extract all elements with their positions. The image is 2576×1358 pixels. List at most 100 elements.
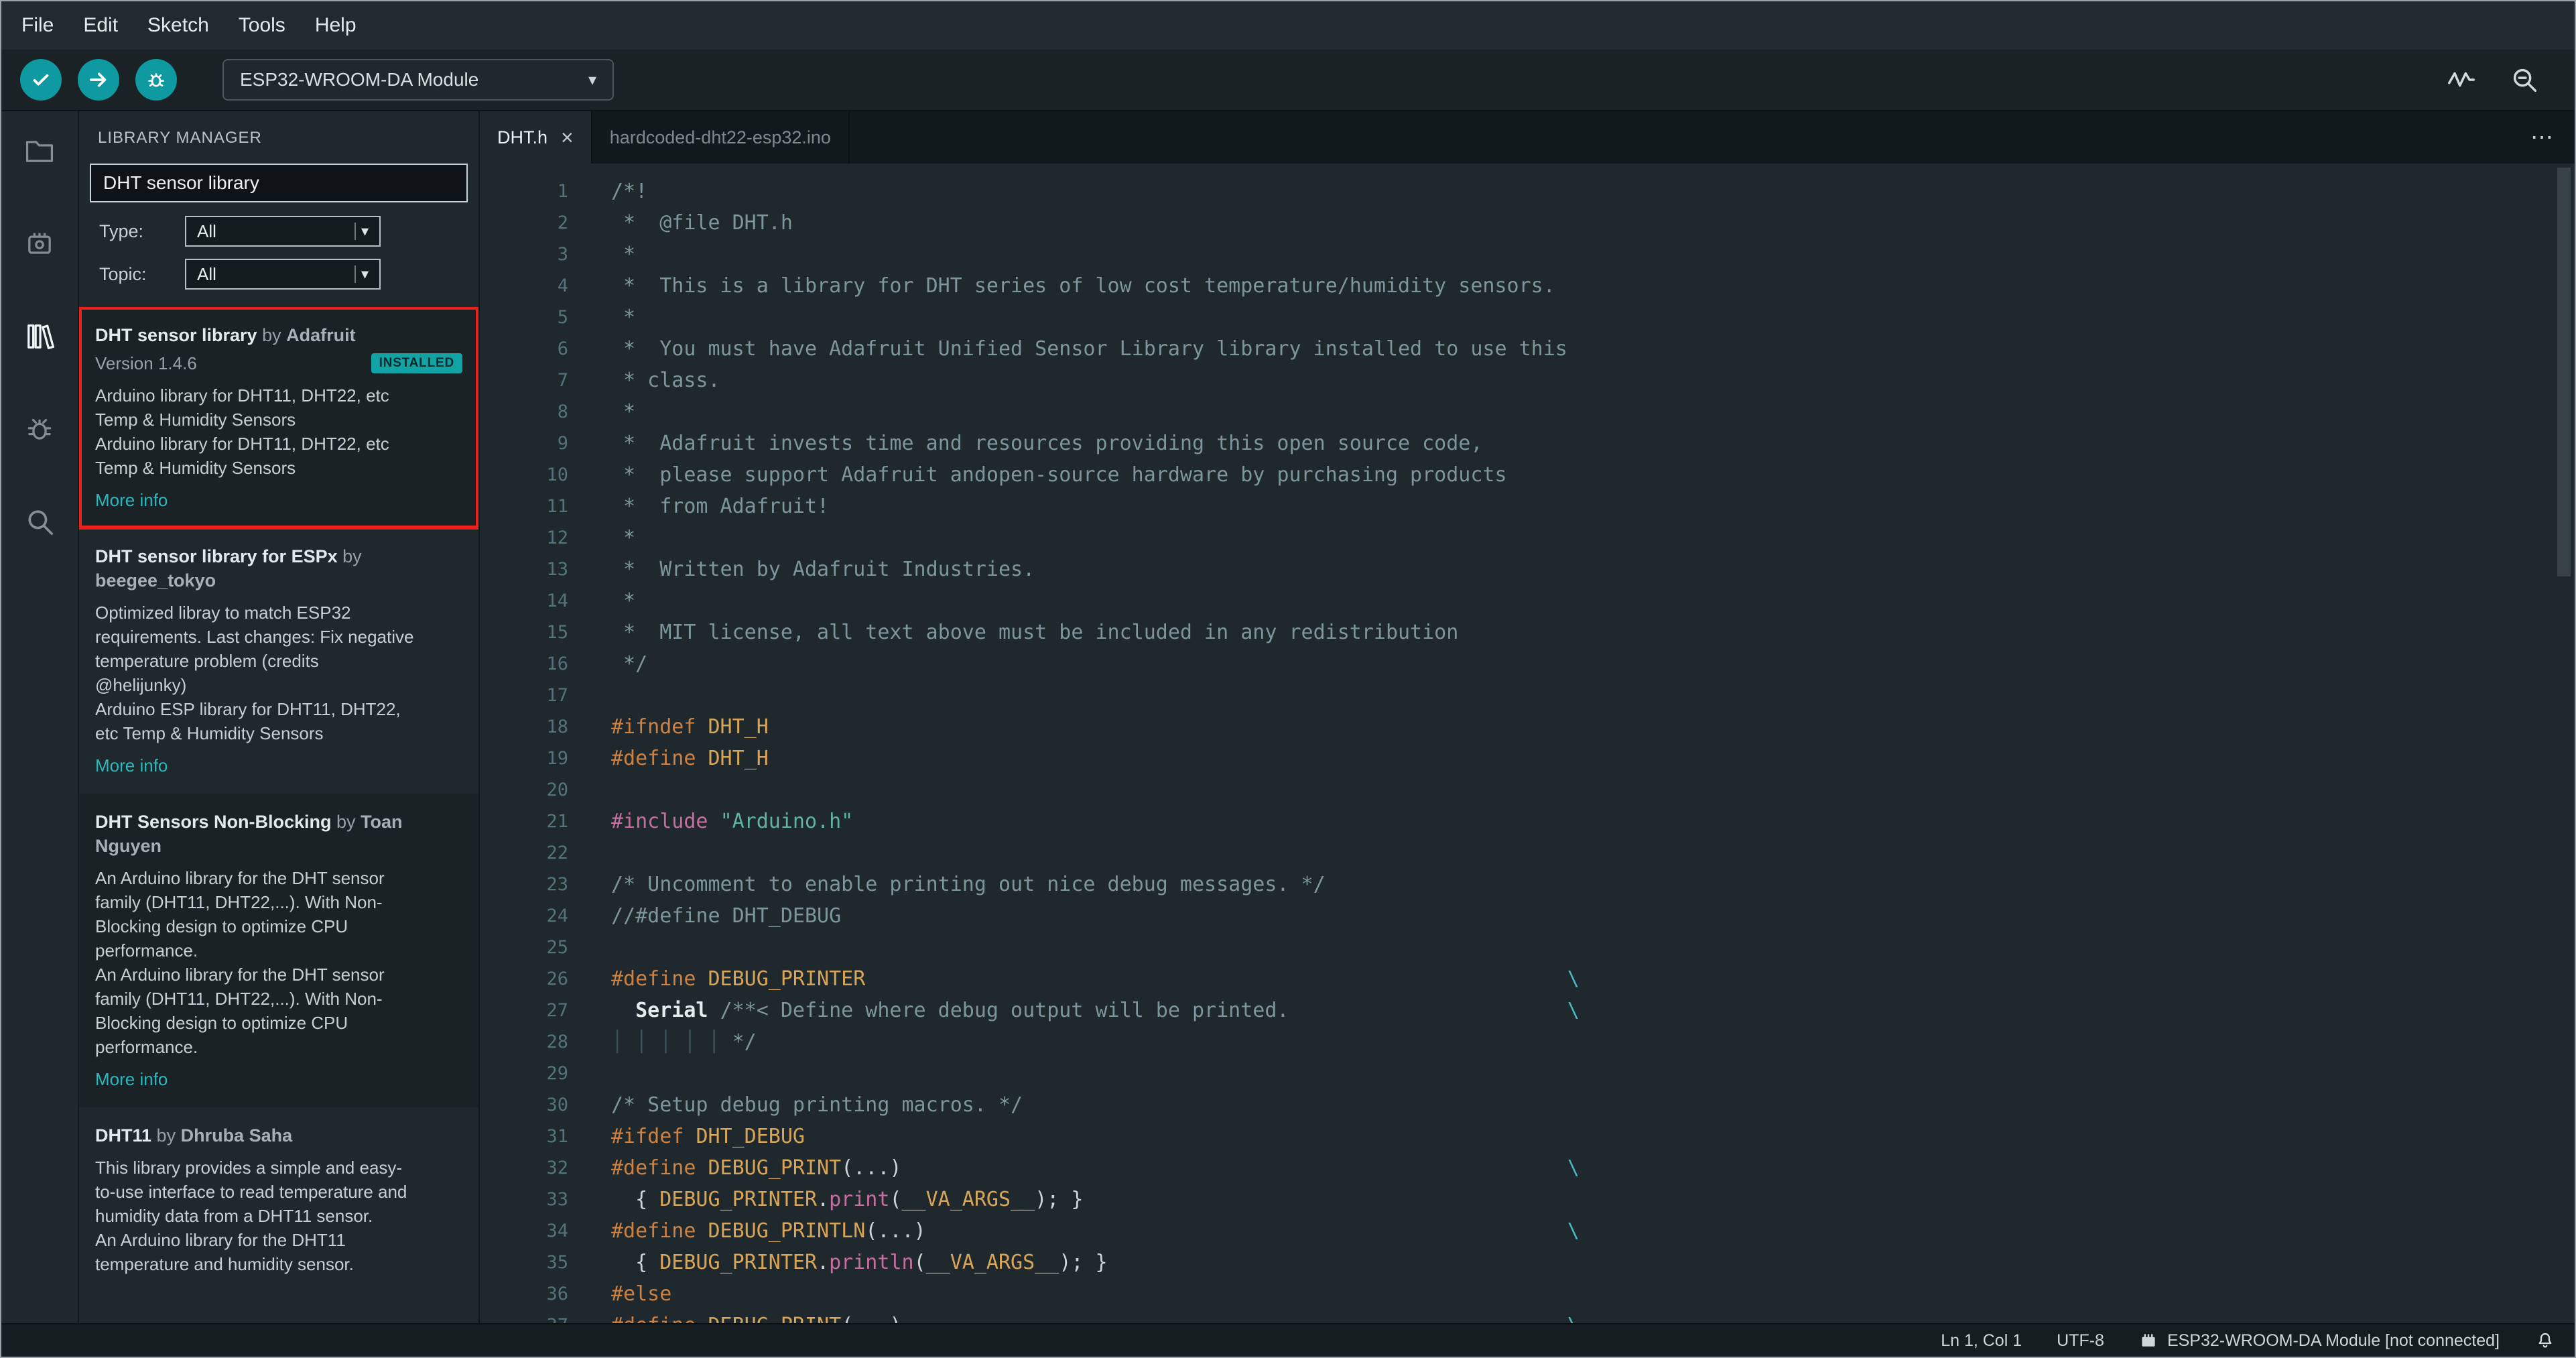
code-line[interactable]: 10 * please support Adafruit andopen-sou… (480, 459, 2575, 491)
code-line[interactable]: 37#define DEBUG_PRINT(...) \ (480, 1310, 2575, 1323)
library-by-label: by (257, 325, 287, 345)
more-actions-icon[interactable]: ⋯ (2512, 111, 2575, 164)
tab-DHT.h[interactable]: DHT.h × (480, 111, 592, 164)
code-token: (...) (865, 1219, 926, 1243)
library-author: beegee_tokyo (95, 570, 216, 591)
code-line[interactable]: 17 (480, 680, 2575, 711)
line-number: 17 (546, 685, 568, 706)
debugger-icon[interactable] (19, 409, 60, 449)
cursor-position[interactable]: Ln 1, Col 1 (1941, 1331, 2022, 1351)
tab-hardcoded-dht22-esp32.ino[interactable]: hardcoded-dht22-esp32.ino (592, 111, 850, 164)
code-token: /* Setup debug printing macros. */ (611, 1093, 1023, 1117)
encoding[interactable]: UTF-8 (2057, 1331, 2104, 1351)
board-status[interactable]: ESP32-WROOM-DA Module [not connected] (2139, 1331, 2500, 1351)
code-line[interactable]: 4 * This is a library for DHT series of … (480, 270, 2575, 302)
notifications-bell-icon[interactable] (2534, 1330, 2556, 1351)
topic-filter-select[interactable]: All ▾ (185, 259, 381, 290)
code-text: * (568, 396, 635, 428)
code-line[interactable]: 16 */ (480, 648, 2575, 680)
more-info-link[interactable]: More info (95, 753, 168, 778)
code-line[interactable]: 18 #ifndef DHT_H (480, 711, 2575, 743)
menu-item-help[interactable]: Help (300, 1, 371, 50)
code-line[interactable]: 19 #define DHT_H (480, 743, 2575, 774)
more-info-link[interactable]: More info (95, 1067, 168, 1091)
search-icon[interactable] (19, 501, 60, 542)
topic-filter-value: All (197, 263, 216, 284)
code-token: * (611, 589, 636, 613)
code-line[interactable]: 5 * (480, 302, 2575, 333)
sketchbook-folder-icon[interactable] (19, 131, 60, 172)
library-item[interactable]: DHT11 by Dhruba Saha This library provide… (79, 1107, 478, 1292)
code-text: { DEBUG_PRINTER.print(__VA_ARGS__); } (568, 1184, 1083, 1215)
code-text: #define DEBUG_PRINTER \ (568, 963, 1580, 995)
code-line[interactable]: 1 /*! (480, 176, 2575, 207)
debug-button[interactable] (135, 59, 177, 101)
menubar-items: File Edit Sketch Tools Help (7, 1, 371, 50)
code-line[interactable]: 7 * class. (480, 365, 2575, 396)
code-line[interactable]: 8 * (480, 396, 2575, 428)
code-line[interactable]: 13 * Written by Adafruit Industries. (480, 554, 2575, 585)
code-line[interactable]: 26 #define DEBUG_PRINTER \ (480, 963, 2575, 995)
code-line[interactable]: 33 { DEBUG_PRINTER.print(__VA_ARGS__); } (480, 1184, 2575, 1215)
library-search-input[interactable] (90, 164, 468, 202)
code-line[interactable]: 21 #include "Arduino.h" (480, 806, 2575, 837)
code-line[interactable]: 36 #else (480, 1278, 2575, 1310)
library-manager-icon[interactable] (19, 316, 60, 357)
arduino-ide-window: File Edit Sketch Tools Help ESP32-WROOM-DA M… (0, 0, 2576, 1358)
code-token: \ (1567, 1156, 1580, 1180)
code-line[interactable]: 6 * You must have Adafruit Unified Senso… (480, 333, 2575, 365)
topic-filter-row: Topic: All ▾ (79, 259, 478, 290)
code-token: #include (611, 810, 708, 833)
code-line[interactable]: 24 //#define DHT_DEBUG (480, 900, 2575, 932)
code-text: /*! (568, 176, 647, 207)
board-selector-dropdown[interactable]: ESP32-WROOM-DA Module ▾ (222, 59, 614, 101)
menu-item-tools[interactable]: Tools (224, 1, 300, 50)
code-line[interactable]: 27 Serial /**< Define where debug output… (480, 995, 2575, 1026)
code-line[interactable]: 29 (480, 1058, 2575, 1089)
code-line[interactable]: 23 /* Uncomment to enable printing out ni… (480, 869, 2575, 900)
verify-button[interactable] (20, 59, 62, 101)
topic-filter-label: Topic: (99, 263, 147, 284)
code-line[interactable]: 2 * @file DHT.h (480, 207, 2575, 239)
code-line[interactable]: 14 * (480, 585, 2575, 617)
code-text: │ │ │ │ │ */ (568, 1026, 757, 1058)
boards-manager-icon[interactable] (19, 224, 60, 264)
code-line[interactable]: 12 * (480, 522, 2575, 554)
code-token: #define (611, 747, 696, 770)
code-text: #define DEBUG_PRINT(...) \ (568, 1152, 1580, 1184)
code-line[interactable]: 20 (480, 774, 2575, 806)
code-line[interactable]: 35 { DEBUG_PRINTER.println(__VA_ARGS__);… (480, 1247, 2575, 1278)
menu-item-sketch[interactable]: Sketch (133, 1, 224, 50)
code-line[interactable]: 15 * MIT license, all text above must be… (480, 617, 2575, 648)
library-item[interactable]: DHT Sensors Non-Blocking by Toan Nguyen A… (79, 794, 478, 1107)
serial-plotter-icon[interactable] (2446, 64, 2477, 95)
code-token: DEBUG_PRINT (708, 1314, 842, 1323)
code-line[interactable]: 34 #define DEBUG_PRINTLN(...) \ (480, 1215, 2575, 1247)
menu-item-file[interactable]: File (7, 1, 68, 50)
library-item[interactable]: DHT sensor library for ESPx by beegee_to… (79, 528, 478, 794)
code-line[interactable]: 30 /* Setup debug printing macros. */ (480, 1089, 2575, 1121)
menu-item-edit[interactable]: Edit (68, 1, 133, 50)
upload-button[interactable] (78, 59, 119, 101)
code-line[interactable]: 32 #define DEBUG_PRINT(...) \ (480, 1152, 2575, 1184)
code-line[interactable]: 25 (480, 932, 2575, 963)
code-editor[interactable]: 1/*! 2 * @file DHT.h 3 * 4 * This is a libr… (480, 164, 2575, 1323)
code-line[interactable]: 9 * Adafruit invests time and resources … (480, 428, 2575, 459)
code-line[interactable]: 11 * from Adafruit! (480, 491, 2575, 522)
serial-monitor-icon[interactable] (2509, 64, 2540, 95)
vertical-scrollbar[interactable] (2557, 168, 2571, 576)
code-token: { (611, 1188, 660, 1211)
code-text: * @file DHT.h (568, 207, 793, 239)
close-icon[interactable]: × (561, 127, 574, 148)
code-token: */ (732, 1030, 757, 1054)
code-text: * Written by Adafruit Industries. (568, 554, 1035, 585)
code-line[interactable]: 3 * (480, 239, 2575, 270)
type-filter-select[interactable]: All ▾ (185, 216, 381, 247)
code-line[interactable]: 31 #ifdef DHT_DEBUG (480, 1121, 2575, 1152)
more-info-link[interactable]: More info (95, 488, 168, 512)
code-line[interactable]: 28 │ │ │ │ │ */ (480, 1026, 2575, 1058)
library-item[interactable]: DHT sensor library by Adafruit Version 1.… (79, 307, 478, 530)
code-line[interactable]: 22 (480, 837, 2575, 869)
